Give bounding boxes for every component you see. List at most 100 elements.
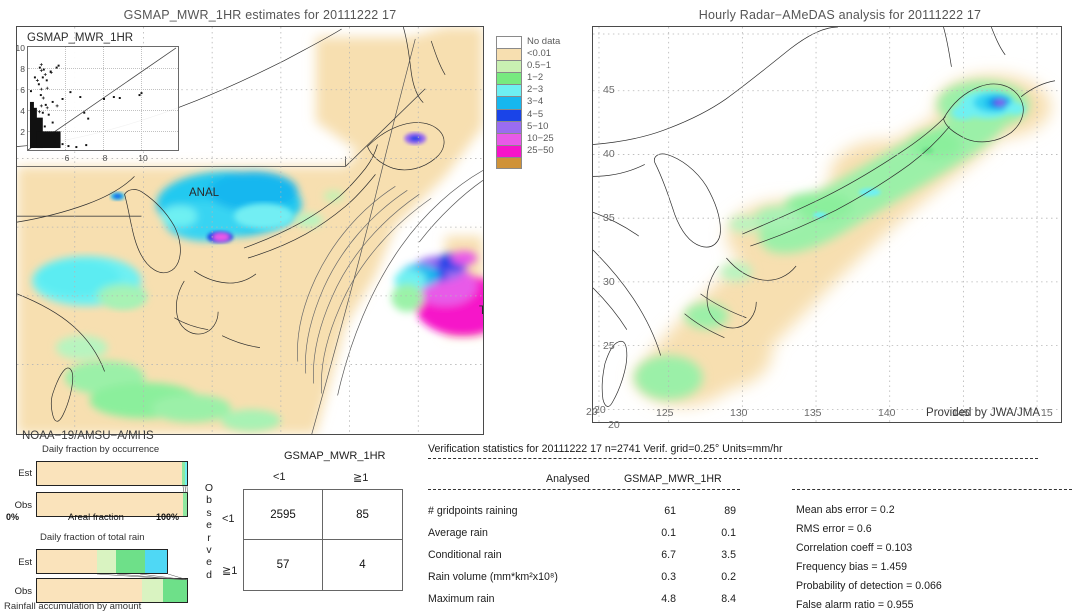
occurrence-row-label-obs: Obs [14, 500, 32, 511]
lat-tick-45: 45 [603, 84, 615, 96]
bar-segment [37, 462, 183, 485]
bar-segment [37, 550, 97, 573]
lon-tick-135: 135 [804, 407, 822, 419]
amount-link-lines [96, 574, 189, 580]
amount-row-label-obs: Obs [14, 586, 32, 597]
legend-row: 0.5−1 [496, 60, 560, 73]
scatter-inset-plot[interactable]: 10 8 6 4 2 6 8 10 [16, 43, 179, 163]
radar-amedas-map[interactable]: 45 40 35 30 25 20 125 130 135 140 145 15 [592, 26, 1062, 423]
contingency-col-header-lt1: <1 [273, 471, 286, 483]
legend-row: 3−4 [496, 96, 560, 109]
amount-chart-caption: Rainfall accumulation by amount [4, 601, 142, 612]
bar-segment [37, 579, 142, 602]
score-frequency-bias: Frequency bias = 1.459 [796, 561, 908, 573]
legend-swatch-no-data [496, 36, 522, 49]
axis-label-0pct: 0% [6, 512, 20, 522]
legend-label-05-1: 0.5−1 [527, 60, 552, 72]
bar-segment [142, 579, 163, 602]
bar-segment [185, 462, 187, 485]
stats-value-estimate: 3.5 [721, 549, 736, 561]
precipitation-colorbar-legend: No data <0.01 0.5−1 1−2 2−3 3−4 4−5 5−10… [496, 36, 561, 170]
one-to-one-line [28, 47, 177, 150]
stats-value-estimate: 89 [724, 505, 736, 517]
legend-row [496, 156, 560, 170]
screenshot-root: GSMAP_MWR_1HR estimates for 20111222 17 [0, 0, 1080, 612]
lat-tick-50 [603, 27, 606, 37]
bar-segment [116, 550, 145, 573]
lat-tick-30: 30 [603, 276, 615, 288]
axis-label-100pct: 100% [156, 512, 180, 522]
stats-divider-top [428, 458, 1038, 459]
stats-value-analysed: 6.7 [661, 549, 676, 561]
stats-row-label: Conditional rain [428, 549, 502, 561]
legend-label-2-3: 2−3 [527, 84, 544, 96]
amount-bar-est [36, 549, 168, 574]
amount-bar-obs [36, 578, 188, 603]
contingency-table[interactable]: 2595 85 57 4 [243, 489, 403, 591]
observed-axis-label: Observed [204, 482, 214, 581]
contingency-cell-false-alarm: 85 [323, 490, 402, 540]
stats-row-label: # gridpoints raining [428, 505, 518, 517]
left-map-caption: NOAA−19/AMSU−A/MHS [22, 430, 154, 442]
stats-row-label: Average rain [428, 527, 488, 539]
stats-value-analysed: 0.1 [661, 527, 676, 539]
contingency-title: GSMAP_MWR_1HR [284, 450, 386, 462]
legend-label-25-50: 25−50 [527, 144, 554, 156]
bar-segment [163, 579, 187, 602]
inset-ytick-10: 10 [15, 43, 25, 53]
legend-swatch-3-4 [496, 96, 522, 109]
score-rms-error: RMS error = 0.6 [796, 523, 872, 535]
legend-label-lt001: <0.01 [527, 48, 552, 60]
inset-xtick-6: 6 [64, 153, 70, 163]
bar-segment [183, 493, 187, 516]
amount-chart-title: Daily fraction of total rain [40, 532, 145, 543]
legend-swatch-overflow [496, 156, 522, 170]
legend-label-no-data: No data [527, 36, 561, 47]
left-panel-title: GSMAP_MWR_1HR estimates for 20111222 17 [123, 8, 397, 22]
lon-tick-130: 130 [730, 407, 748, 419]
contingency-col-header-ge1: ≧1 [353, 472, 369, 484]
legend-row: 10−25 [496, 132, 560, 145]
legend-swatch-10-25 [496, 132, 522, 145]
verification-statistics: Verification statistics for 20111222 17 … [428, 443, 1080, 612]
lon-tick-125: 125 [656, 407, 674, 419]
legend-row: No data [496, 36, 561, 49]
stats-value-estimate: 0.2 [721, 571, 736, 583]
legend-swatch-2-3 [496, 84, 522, 97]
stats-value-analysed: 4.8 [661, 593, 676, 605]
inset-ytick-8: 8 [20, 64, 25, 74]
legend-swatch-1-2 [496, 72, 522, 85]
legend-swatch-25-50 [496, 144, 522, 157]
stats-row-label: Rain volume (mm*km²x10⁸) [428, 571, 558, 583]
legend-swatch-lt001 [496, 48, 522, 61]
stats-divider-cols [428, 489, 740, 490]
contingency-cell-hit-none: 2595 [244, 490, 323, 540]
lon-origin-label: 20 [586, 406, 598, 418]
occurrence-row-label-est: Est [18, 468, 32, 479]
inset-xtick-8: 8 [102, 153, 108, 163]
stats-value-estimate: 8.4 [721, 593, 736, 605]
stats-value-estimate: 0.1 [721, 527, 736, 539]
contingency-cell-hit: 4 [359, 559, 366, 571]
inset-ytick-4: 4 [20, 106, 25, 116]
lon-tick-150: 15 [1041, 407, 1053, 419]
anal-overlay-label: ANAL [189, 187, 220, 199]
legend-swatch-4-5 [496, 108, 522, 121]
legend-swatch-5-10 [496, 120, 522, 133]
score-correlation-coeff: Correlation coeff = 0.103 [796, 542, 913, 554]
legend-label-5-10: 5−10 [527, 120, 549, 132]
legend-row: 4−5 [496, 108, 560, 121]
radar-amedas-raster [593, 27, 1061, 422]
legend-label-10-25: 10−25 [527, 132, 554, 144]
lon-tick-140: 140 [878, 407, 896, 419]
lat-tick-40: 40 [603, 148, 615, 160]
bar-segment [144, 550, 167, 573]
stats-row-label: Maximum rain [428, 593, 495, 605]
contingency-cell-miss: 57 [244, 540, 323, 590]
stats-value-analysed: 0.3 [661, 571, 676, 583]
inset-xtick-10: 10 [138, 153, 148, 163]
stats-value-analysed: 61 [664, 505, 676, 517]
legend-row: 25−50 [496, 144, 560, 157]
stats-header: Verification statistics for 20111222 17 … [428, 443, 783, 455]
legend-row: 5−10 [496, 120, 560, 133]
